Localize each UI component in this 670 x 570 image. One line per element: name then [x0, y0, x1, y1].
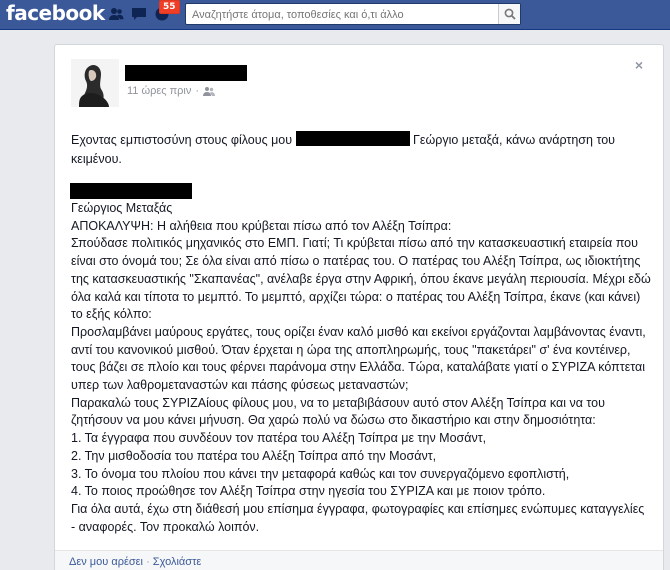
unlike-link[interactable]: Δεν μου αρέσει	[69, 556, 143, 568]
post-meta: 11 ώρες πριν ·	[127, 85, 216, 97]
messages-icon[interactable]	[131, 6, 147, 22]
friends-icon[interactable]	[108, 6, 124, 22]
search-button[interactable]	[498, 4, 520, 24]
post-line: Για όλα αυτά, έχω στη διάθεσή μου επίσημ…	[71, 501, 645, 534]
action-separator: ·	[146, 556, 150, 568]
post-line: Παρακαλώ τους ΣΥΡΙΖΑίους φίλους μου, να …	[71, 395, 605, 428]
top-navigation-bar: facebook 55	[0, 0, 670, 30]
post-card: 11 ώρες πριν · × Εχοντας εμπιστοσύνη στο…	[54, 44, 664, 570]
post-line: 4. Το ποιος προώθησε τον Αλέξη Τσίπρα στ…	[71, 484, 546, 499]
friends-audience-icon[interactable]	[203, 86, 216, 96]
post-line: 1. Τα έγγραφα που συνδέουν τον πατέρα το…	[71, 431, 487, 446]
post-timestamp[interactable]: 11 ώρες πριν	[127, 85, 191, 97]
post-line: 2. Την μισθοδοσία του πατέρα του Αλέξη Τ…	[71, 448, 437, 463]
redacted-author-name	[125, 65, 247, 81]
search-input[interactable]	[192, 7, 492, 22]
search-icon	[504, 8, 516, 20]
avatar[interactable]	[71, 59, 119, 107]
post-actions-bar: Δεν μου αρέσει · Σχολιάστε	[55, 550, 663, 570]
post-line: 3. Το όνομα του πλοίου που κάνει την μετ…	[71, 466, 570, 481]
redacted-name-inline	[295, 131, 410, 146]
post-line: Σπούδασε πολιτικός μηχανικός στο ΕΜΠ. Γι…	[71, 236, 651, 322]
close-icon[interactable]: ×	[635, 57, 643, 73]
post-intro: Εχοντας εμπιστοσύνη στους φίλους μου Γεώ…	[71, 131, 646, 169]
post-line: ΑΠΟΚΑΛΥΨΗ: Η αλήθεια που κρύβεται πίσω α…	[71, 218, 452, 233]
notifications-count-badge: 55	[159, 0, 180, 14]
comment-link[interactable]: Σχολιάστε	[153, 556, 202, 568]
search-box	[185, 3, 521, 25]
post-line: Προσλαμβάνει μαύρους εργάτες, τους ορίζε…	[71, 324, 646, 393]
facebook-logo[interactable]: facebook	[6, 0, 105, 26]
post-body: Γεώργιος Μεταξάς ΑΠΟΚΑΛΥΨΗ: Η αλήθεια πο…	[71, 200, 651, 536]
redacted-name-block	[70, 183, 192, 199]
intro-text-start: Εχοντας εμπιστοσύνη στους φίλους μου	[71, 133, 296, 147]
post-line: Γεώργιος Μεταξάς	[71, 201, 173, 215]
